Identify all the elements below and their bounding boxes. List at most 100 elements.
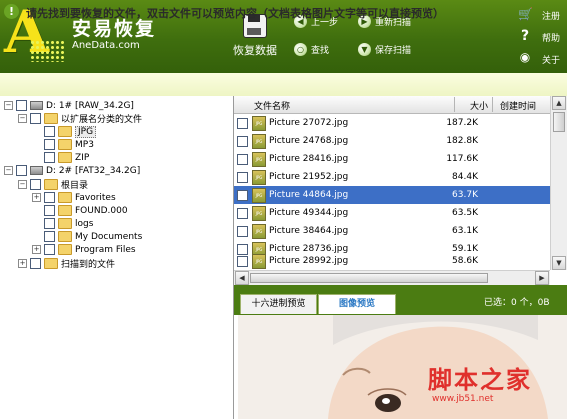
tree-node-scanned-files[interactable]: + 扫描到的文件 [18,257,115,270]
hard-drive-icon [30,166,43,175]
checkbox[interactable] [30,258,41,269]
file-list-header: 文件名称 大小 创建时间 [234,96,550,114]
cart-icon[interactable]: 🛒 [518,7,533,21]
column-name[interactable]: 文件名称 [254,99,290,112]
checkbox[interactable] [44,126,55,137]
collapse-icon[interactable]: − [18,114,27,123]
find-button[interactable]: ○ 查找 [294,41,329,57]
tree-node-program-files[interactable]: + Program Files [32,243,136,256]
watermark-url: www.jb51.net [432,394,494,404]
logo-dots-decoration [30,40,66,62]
scroll-up-icon[interactable]: ▲ [552,96,566,110]
checkbox[interactable] [237,207,248,219]
tree-node-root[interactable]: − 根目录 [18,178,88,191]
column-separator [492,97,493,112]
tree-node-my-documents[interactable]: My Documents [44,230,142,243]
tree-label: logs [75,218,94,229]
tree-label: JPG [75,125,97,138]
expand-icon[interactable]: + [32,193,41,202]
checkbox[interactable] [44,244,55,255]
tree-label: My Documents [75,231,143,242]
file-row[interactable]: JPG Picture 27072.jpg 187.2K [234,114,550,132]
notice-bar [0,73,567,97]
checkbox[interactable] [44,192,55,203]
checkbox[interactable] [237,225,248,237]
checkbox[interactable] [44,231,55,242]
register-link[interactable]: 注册 [542,9,560,22]
tree-node-drive-1[interactable]: − D: 1# [RAW_34.2G] [4,99,134,112]
tree-node-drive-2[interactable]: − D: 2# [FAT32_34.2G] [4,164,140,177]
expand-icon[interactable]: + [18,259,27,268]
checkbox[interactable] [44,205,55,216]
file-name: Picture 44864.jpg [269,190,349,200]
column-created[interactable]: 创建时间 [500,99,536,112]
checkbox[interactable] [237,117,248,129]
checkbox[interactable] [237,171,248,183]
file-name: Picture 38464.jpg [269,226,349,236]
file-row-selected[interactable]: JPG Picture 44864.jpg 63.7K [234,186,550,204]
notice-text: 请先找到要恢复的文件，双击文件可以预览内容（文档表格图片文字等可以直接预览） [26,7,444,20]
file-size: 63.5K [452,208,478,218]
file-name: Picture 49344.jpg [269,208,349,218]
folder-icon [58,152,72,163]
collapse-icon[interactable]: − [18,180,27,189]
checkbox[interactable] [237,153,248,165]
checkbox[interactable] [237,255,248,267]
tree-label: ZIP [75,152,90,163]
file-size: 58.6K [452,256,478,266]
find-label: 查找 [311,45,330,56]
jpg-file-icon: JPG [252,151,266,167]
checkbox[interactable] [44,218,55,229]
scroll-thumb[interactable] [553,112,565,132]
scroll-right-icon[interactable]: ▶ [535,271,549,285]
about-link[interactable]: 关于 [542,53,560,66]
scroll-left-icon[interactable]: ◀ [235,271,249,285]
file-row[interactable]: JPG Picture 21952.jpg 84.4K [234,168,550,186]
checkbox[interactable] [30,113,41,124]
folder-icon [44,258,58,269]
selection-status: 已选：0 个，0B [484,298,550,308]
help-link[interactable]: 帮助 [542,31,560,44]
jpg-file-icon: JPG [252,205,266,221]
recover-data-label: 恢复数据 [233,44,277,57]
file-row[interactable]: JPG Picture 38464.jpg 63.1K [234,222,550,240]
tab-image-preview[interactable]: 图像预览 [318,294,396,314]
vertical-scrollbar[interactable]: ▲ ▼ [550,96,567,270]
tree-node-zip[interactable]: ZIP [44,151,89,164]
horizontal-scrollbar[interactable]: ◀ ▶ [234,270,550,285]
collapse-icon[interactable]: − [4,101,13,110]
column-size[interactable]: 大小 [470,99,488,112]
jpg-file-icon: JPG [252,223,266,239]
scroll-thumb[interactable] [250,273,488,283]
checkbox[interactable] [237,135,248,147]
tab-hex-preview[interactable]: 十六进制预览 [240,294,317,314]
tree-node-mp3[interactable]: MP3 [44,138,94,151]
expand-icon[interactable]: + [32,245,41,254]
collapse-icon[interactable]: − [4,166,13,175]
file-row[interactable]: JPG Picture 49344.jpg 63.5K [234,204,550,222]
folder-icon [58,218,72,229]
save-scan-button[interactable]: ▼ 保存扫描 [358,41,411,57]
checkbox[interactable] [44,139,55,150]
scroll-down-icon[interactable]: ▼ [552,256,566,270]
checkbox[interactable] [237,189,248,201]
about-icon[interactable]: ◉ [518,50,532,64]
checkbox[interactable] [30,179,41,190]
tree-node-by-extension[interactable]: − 以扩展名分类的文件 [18,112,142,125]
file-row[interactable]: JPG Picture 24768.jpg 182.8K [234,132,550,150]
tree-node-found[interactable]: FOUND.000 [44,204,128,217]
tree-node-logs[interactable]: logs [44,217,93,230]
save-scan-label: 保存扫描 [375,45,412,56]
checkbox[interactable] [16,165,27,176]
file-size: 182.8K [446,136,478,146]
search-icon: ○ [294,42,307,56]
checkbox[interactable] [16,100,27,111]
jpg-file-icon: JPG [252,187,266,203]
help-icon[interactable]: ? [518,29,532,43]
file-row[interactable]: JPG Picture 28416.jpg 117.6K [234,150,550,168]
tree-node-favorites[interactable]: + Favorites [32,191,116,204]
checkbox[interactable] [44,152,55,163]
jpg-file-icon: JPG [252,115,266,131]
file-row[interactable]: JPG Picture 28992.jpg 58.6K [234,252,550,270]
tree-node-jpg[interactable]: JPG [44,125,97,138]
